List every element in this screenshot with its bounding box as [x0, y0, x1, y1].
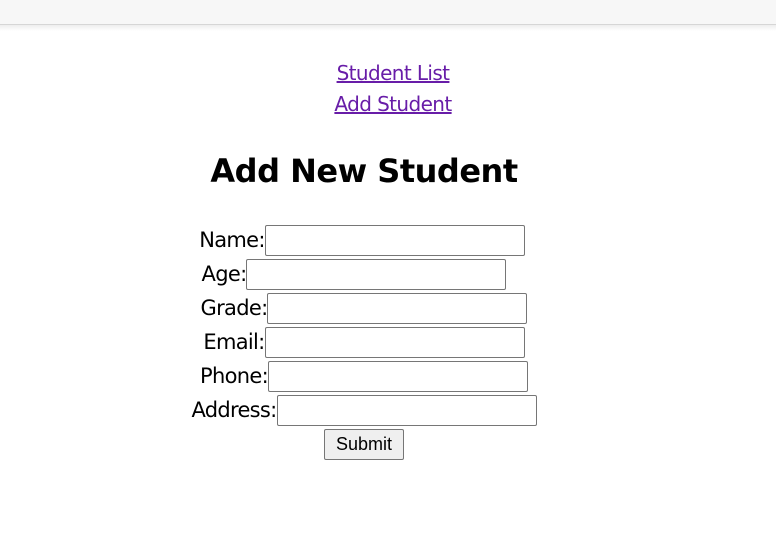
age-row: Age:: [0, 257, 718, 291]
email-label: Email:: [203, 330, 265, 354]
address-label: Address:: [191, 398, 277, 422]
email-input[interactable]: [264, 326, 525, 358]
student-list-link[interactable]: Student List: [0, 58, 776, 89]
address-input[interactable]: [276, 394, 537, 426]
address-row: Address:: [0, 393, 728, 427]
page-title: Add New Student: [210, 152, 518, 190]
grade-label: Grade:: [200, 296, 269, 320]
add-student-link[interactable]: Add Student: [0, 89, 776, 120]
submit-button[interactable]: Submit: [323, 429, 405, 460]
age-label: Age:: [201, 262, 248, 286]
name-row: Name:: [0, 223, 726, 257]
add-student-form: Name: Age: Grade: Email: Phone: Address:…: [0, 223, 728, 461]
phone-label: Phone:: [200, 364, 269, 388]
phone-input[interactable]: [267, 360, 528, 392]
name-label: Name:: [199, 228, 265, 252]
browser-top-bar: [0, 0, 776, 25]
grade-input[interactable]: [267, 292, 528, 324]
name-input[interactable]: [264, 224, 525, 256]
submit-row: Submit: [0, 427, 728, 461]
age-input[interactable]: [246, 258, 507, 290]
main-nav: Student List Add Student: [0, 58, 776, 120]
phone-row: Phone:: [0, 359, 728, 393]
email-row: Email:: [0, 325, 728, 359]
grade-row: Grade:: [0, 291, 728, 325]
top-bar-shadow: [0, 25, 776, 31]
